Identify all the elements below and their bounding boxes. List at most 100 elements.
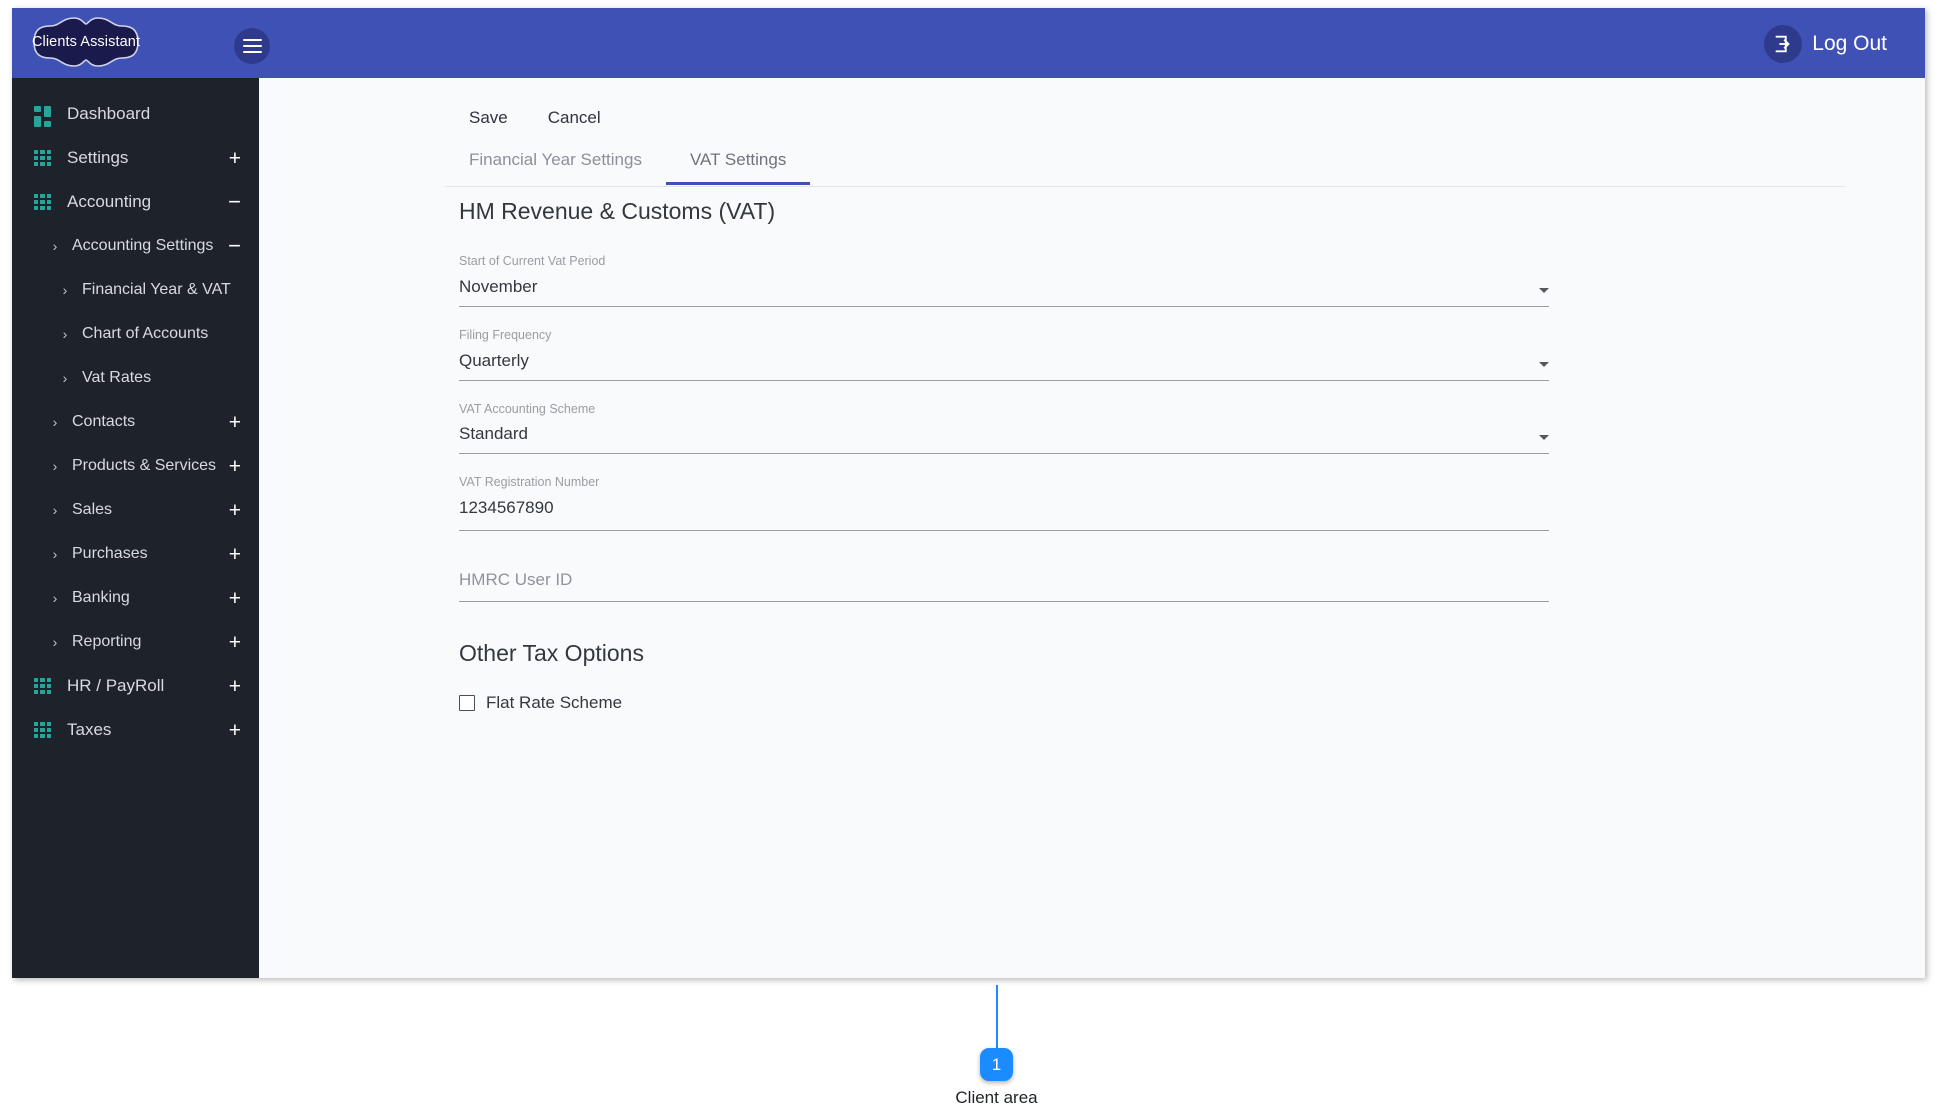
vat-registration-number-field[interactable]: VAT Registration Number 1234567890 <box>459 476 1549 531</box>
expand-plus-icon[interactable]: + <box>229 632 241 653</box>
sidebar-item-label: Accounting <box>67 192 218 212</box>
expand-plus-icon[interactable]: + <box>229 456 241 477</box>
filing-frequency-field[interactable]: Filing Frequency Quarterly <box>459 329 1549 381</box>
sidebar-item-accounting[interactable]: Accounting− <box>12 180 259 224</box>
save-button[interactable]: Save <box>459 102 518 134</box>
grid-2x2-icon <box>34 106 51 123</box>
vat-registration-number-label: VAT Registration Number <box>459 476 1549 490</box>
sidebar-item-dashboard[interactable]: Dashboard <box>12 92 259 136</box>
vat-accounting-scheme-label: VAT Accounting Scheme <box>459 403 1549 417</box>
hamburger-icon[interactable] <box>234 28 270 64</box>
tab-vat-settings[interactable]: VAT Settings <box>666 140 810 185</box>
sidebar-item-label: Banking <box>72 589 219 607</box>
collapse-minus-icon[interactable]: − <box>228 191 241 213</box>
sidebar-item-label: Dashboard <box>67 104 241 124</box>
top-app-bar: Clients Assistant Log Out <box>12 8 1925 78</box>
grid-3x3-icon <box>34 678 51 695</box>
chevron-right-icon: › <box>46 459 64 473</box>
sidebar-item-label: Reporting <box>72 633 219 651</box>
vat-field-list: Start of Current Vat Period November Filin… <box>459 255 1549 531</box>
chevron-right-icon: › <box>56 371 74 385</box>
filing-frequency-value: Quarterly <box>459 350 1549 371</box>
chevron-right-icon: › <box>56 327 74 341</box>
hmrc-user-id-placeholder: HMRC User ID <box>459 569 1549 590</box>
chevron-right-icon: › <box>46 635 64 649</box>
main-content: Save Cancel Financial Year SettingsVAT S… <box>259 78 1925 978</box>
tab-financial-year-settings[interactable]: Financial Year Settings <box>445 140 666 185</box>
start-of-current-vat-period-label: Start of Current Vat Period <box>459 255 1549 269</box>
callout-label: Client area <box>880 1088 1113 1108</box>
sidebar-item-label: Vat Rates <box>82 369 241 387</box>
chevron-down-icon[interactable] <box>1539 362 1549 367</box>
chevron-right-icon: › <box>56 283 74 297</box>
sidebar-item-label: Purchases <box>72 545 219 563</box>
sidebar-item-label: Financial Year & VAT <box>82 281 241 299</box>
expand-plus-icon[interactable]: + <box>229 588 241 609</box>
chevron-right-icon: › <box>46 591 64 605</box>
app-logo[interactable]: Clients Assistant <box>26 14 146 70</box>
sidebar-item-hr-payroll[interactable]: HR / PayRoll + <box>12 664 259 708</box>
sidebar-item-label: Contacts <box>72 413 219 431</box>
chevron-down-icon[interactable] <box>1539 435 1549 440</box>
exit-arrow-icon <box>1772 33 1794 55</box>
expand-plus-icon[interactable]: + <box>229 544 241 565</box>
form-action-toolbar: Save Cancel <box>459 102 611 134</box>
callout-leader-line <box>996 985 998 1050</box>
chevron-right-icon: › <box>46 239 64 253</box>
chevron-right-icon: › <box>46 547 64 561</box>
settings-tabs: Financial Year SettingsVAT Settings <box>445 140 1845 187</box>
sidebar-item-financial-year-vat[interactable]: › Financial Year & VAT <box>12 268 259 312</box>
vat-section-title: HM Revenue & Customs (VAT) <box>459 198 1549 225</box>
sidebar-item-sales[interactable]: › Sales + <box>12 488 259 532</box>
callout-number-badge[interactable]: 1 <box>980 1048 1013 1081</box>
start-of-current-vat-period-value: November <box>459 276 1549 297</box>
sidebar-item-vat-rates[interactable]: › Vat Rates <box>12 356 259 400</box>
logout-exit-icon <box>1764 25 1802 63</box>
expand-plus-icon[interactable]: + <box>229 412 241 433</box>
hamburger-bar <box>243 39 262 42</box>
sidebar-item-accounting-settings[interactable]: › Accounting Settings− <box>12 224 259 268</box>
cancel-button[interactable]: Cancel <box>538 102 611 134</box>
sidebar-item-purchases[interactable]: › Purchases + <box>12 532 259 576</box>
sidebar-item-label: Sales <box>72 501 219 519</box>
collapse-minus-icon[interactable]: − <box>228 235 241 257</box>
expand-plus-icon[interactable]: + <box>229 720 241 741</box>
hmrc-user-id-field[interactable]: HMRC User ID <box>459 569 1549 602</box>
vat-registration-number-value: 1234567890 <box>459 497 1549 518</box>
sidebar-navigation: DashboardSettings+Accounting−›Accounting… <box>12 78 259 978</box>
sidebar-item-chart-of-accounts[interactable]: › Chart of Accounts <box>12 312 259 356</box>
grid-3x3-icon <box>34 722 51 739</box>
vat-settings-form: HM Revenue & Customs (VAT) Start of Curr… <box>459 198 1549 713</box>
vat-accounting-scheme-value: Standard <box>459 423 1549 444</box>
flat-rate-scheme-checkbox[interactable] <box>459 695 475 711</box>
flat-rate-scheme-label: Flat Rate Scheme <box>486 693 622 713</box>
flat-rate-scheme-checkbox-row[interactable]: Flat Rate Scheme <box>459 693 1549 713</box>
hamburger-bar <box>243 45 262 48</box>
sidebar-item-label: Accounting Settings <box>72 237 218 255</box>
sidebar-item-products-services[interactable]: › Products & Services + <box>12 444 259 488</box>
chevron-down-icon[interactable] <box>1539 288 1549 293</box>
sidebar-item-reporting[interactable]: › Reporting + <box>12 620 259 664</box>
sidebar-item-settings[interactable]: Settings+ <box>12 136 259 180</box>
sidebar-item-label: Products & Services <box>72 457 219 475</box>
sidebar-item-label: Chart of Accounts <box>82 325 241 343</box>
expand-plus-icon[interactable]: + <box>229 676 241 697</box>
logout-label: Log Out <box>1812 32 1887 56</box>
app-logo-text: Clients Assistant <box>32 34 140 50</box>
sidebar-item-label: HR / PayRoll <box>67 676 219 696</box>
application-window: Clients Assistant Log Out Dashboard Setti… <box>12 8 1925 978</box>
sidebar-item-label: Taxes <box>67 720 219 740</box>
start-of-current-vat-period-field[interactable]: Start of Current Vat Period November <box>459 255 1549 307</box>
chevron-right-icon: › <box>46 415 64 429</box>
expand-plus-icon[interactable]: + <box>229 148 241 169</box>
logout-button[interactable]: Log Out <box>1764 24 1887 64</box>
filing-frequency-label: Filing Frequency <box>459 329 1549 343</box>
chevron-right-icon: › <box>46 503 64 517</box>
sidebar-item-taxes[interactable]: Taxes + <box>12 708 259 752</box>
sidebar-item-contacts[interactable]: › Contacts + <box>12 400 259 444</box>
other-tax-options-title: Other Tax Options <box>459 640 1549 667</box>
sidebar-item-banking[interactable]: › Banking + <box>12 576 259 620</box>
vat-accounting-scheme-field[interactable]: VAT Accounting Scheme Standard <box>459 403 1549 455</box>
expand-plus-icon[interactable]: + <box>229 500 241 521</box>
grid-3x3-icon <box>34 150 51 167</box>
